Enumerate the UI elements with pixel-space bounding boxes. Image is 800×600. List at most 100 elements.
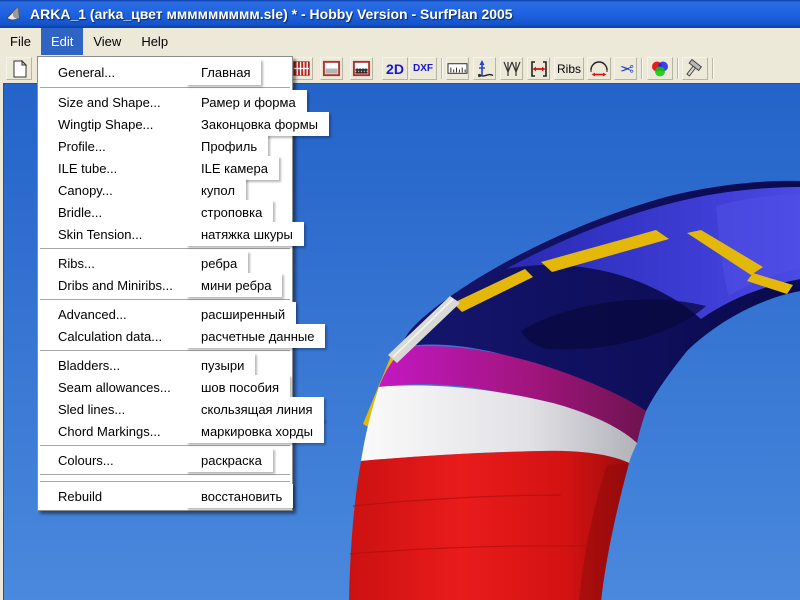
panel-solid-icon <box>322 59 341 78</box>
menu-item-label: General... <box>38 65 115 80</box>
hammer-button[interactable] <box>682 57 708 80</box>
menu-help[interactable]: Help <box>131 28 178 55</box>
arc-measure-icon <box>588 59 610 79</box>
bridle-point-icon <box>475 59 495 79</box>
menu-item-ribs[interactable]: Ribs... ребра <box>38 252 292 274</box>
menu-item-translation: Главная <box>186 59 261 85</box>
menu-separator <box>40 445 290 446</box>
scissors-icon: ✂ <box>616 59 636 79</box>
menu-item-seam-allowances[interactable]: Seam allowances... шов пособия <box>38 376 292 398</box>
menu-item-translation: ILE камера <box>186 156 279 180</box>
bridle-lines-icon <box>502 59 522 79</box>
menu-item-label: Colours... <box>38 453 114 468</box>
menu-separator <box>40 350 290 351</box>
menu-item-translation: натяжка шкуры <box>186 222 304 246</box>
menu-item-label: Advanced... <box>38 307 127 322</box>
menu-item-calculation-data[interactable]: Calculation data... расчетные данные <box>38 325 292 347</box>
menu-item-sled-lines[interactable]: Sled lines... скользящая линия <box>38 398 292 420</box>
menu-separator <box>40 474 290 482</box>
menu-item-advanced[interactable]: Advanced... расширенный <box>38 303 292 325</box>
colors-button[interactable] <box>647 57 673 80</box>
toolbar-separator <box>677 58 679 79</box>
menu-item-wingtip-shape[interactable]: Wingtip Shape... Законцовка формы <box>38 113 292 135</box>
menu-item-size-and-shape[interactable]: Size and Shape... Рамер и форма <box>38 91 292 113</box>
new-document-icon <box>9 59 29 79</box>
menu-item-translation: маркировка хорды <box>186 419 324 443</box>
menu-item-label: Dribs and Miniribs... <box>38 278 173 293</box>
menu-edit[interactable]: Edit <box>41 28 83 55</box>
bridle-point-button[interactable] <box>473 57 496 80</box>
panel-grid-button[interactable] <box>290 57 313 80</box>
menu-item-label: Seam allowances... <box>38 380 171 395</box>
menu-item-rebuild[interactable]: Rebuild восстановить <box>38 485 292 507</box>
bridle-lines-button[interactable] <box>500 57 523 80</box>
app-window: ARKA_1 (arka_цвет ммммммммм.sle) * - Hob… <box>0 0 800 600</box>
new-document-button[interactable] <box>6 57 32 80</box>
menu-item-label: Size and Shape... <box>38 95 161 110</box>
toolbar-separator <box>641 58 643 79</box>
edit-dropdown-menu: General... Главная Size and Shape... Рам… <box>37 56 293 511</box>
menu-bar: File Edit View Help <box>0 28 800 56</box>
ruler-button[interactable] <box>446 57 469 80</box>
menu-item-label: Rebuild <box>38 489 102 504</box>
ribs-label: Ribs <box>557 62 581 76</box>
menu-separator <box>40 299 290 300</box>
toolbar-separator <box>712 58 714 79</box>
menu-item-label: ILE tube... <box>38 161 117 176</box>
menu-item-colours[interactable]: Colours... раскраска <box>38 449 292 471</box>
width-measure-icon <box>529 59 549 79</box>
menu-item-bladders[interactable]: Bladders... пузыри <box>38 354 292 376</box>
panel-shaded-button[interactable] <box>350 57 373 80</box>
menu-item-translation: строповка <box>186 200 273 224</box>
ribs-button[interactable]: Ribs <box>554 57 584 80</box>
menu-item-label: Canopy... <box>38 183 113 198</box>
view-2d-button[interactable]: 2D <box>382 57 408 80</box>
menu-item-label: Profile... <box>38 139 106 154</box>
menu-item-translation: расширенный <box>186 302 296 326</box>
menu-item-label: Ribs... <box>38 256 95 271</box>
arc-measure-button[interactable] <box>587 57 611 80</box>
window-title: ARKA_1 (arka_цвет ммммммммм.sle) * - Hob… <box>30 6 513 22</box>
menu-separator <box>40 248 290 249</box>
title-bar: ARKA_1 (arka_цвет ммммммммм.sle) * - Hob… <box>0 0 800 28</box>
menu-item-translation: Профиль <box>186 134 268 158</box>
menu-item-ile-tube[interactable]: ILE tube... ILE камера <box>38 157 292 179</box>
panel-solid-button[interactable] <box>320 57 343 80</box>
ruler-icon <box>447 59 468 78</box>
menu-item-dribs-and-miniribs[interactable]: Dribs and Miniribs... мини ребра <box>38 274 292 296</box>
menu-item-chord-markings[interactable]: Chord Markings... маркировка хорды <box>38 420 292 442</box>
menu-item-bridle[interactable]: Bridle... строповка <box>38 201 292 223</box>
menu-item-label: Skin Tension... <box>38 227 142 242</box>
export-dxf-label: DXF <box>413 63 433 74</box>
view-2d-label: 2D <box>386 61 404 77</box>
menu-item-canopy[interactable]: Canopy... купол <box>38 179 292 201</box>
menu-item-label: Sled lines... <box>38 402 125 417</box>
menu-item-skin-tension[interactable]: Skin Tension... натяжка шкуры <box>38 223 292 245</box>
menu-item-translation: мини ребра <box>186 273 282 297</box>
menu-item-translation: пузыри <box>186 353 255 377</box>
panel-grid-icon <box>292 59 311 78</box>
menu-separator <box>40 87 290 88</box>
menu-item-translation: купол <box>186 178 246 202</box>
menu-item-label: Chord Markings... <box>38 424 161 439</box>
menu-item-translation: скользящая линия <box>186 397 324 421</box>
menu-item-translation: расчетные данные <box>186 324 325 348</box>
export-dxf-button[interactable]: DXF <box>409 57 437 80</box>
scissors-button[interactable]: ✂ <box>614 57 637 80</box>
menu-item-general[interactable]: General... Главная <box>38 60 292 84</box>
menu-item-translation: раскраска <box>186 448 273 472</box>
width-measure-button[interactable] <box>527 57 550 80</box>
menu-item-label: Bridle... <box>38 205 102 220</box>
hammer-icon <box>685 59 705 79</box>
menu-file[interactable]: File <box>0 28 41 55</box>
menu-item-translation: Законцовка формы <box>186 112 329 136</box>
colors-icon <box>650 59 670 79</box>
menu-item-label: Calculation data... <box>38 329 162 344</box>
toolbar-separator <box>441 58 443 79</box>
menu-item-profile[interactable]: Profile... Профиль <box>38 135 292 157</box>
menu-view[interactable]: View <box>83 28 131 55</box>
panel-shaded-icon <box>352 59 371 78</box>
menu-item-label: Bladders... <box>38 358 120 373</box>
menu-item-translation: восстановить <box>186 484 293 508</box>
svg-text:✂: ✂ <box>619 60 633 79</box>
